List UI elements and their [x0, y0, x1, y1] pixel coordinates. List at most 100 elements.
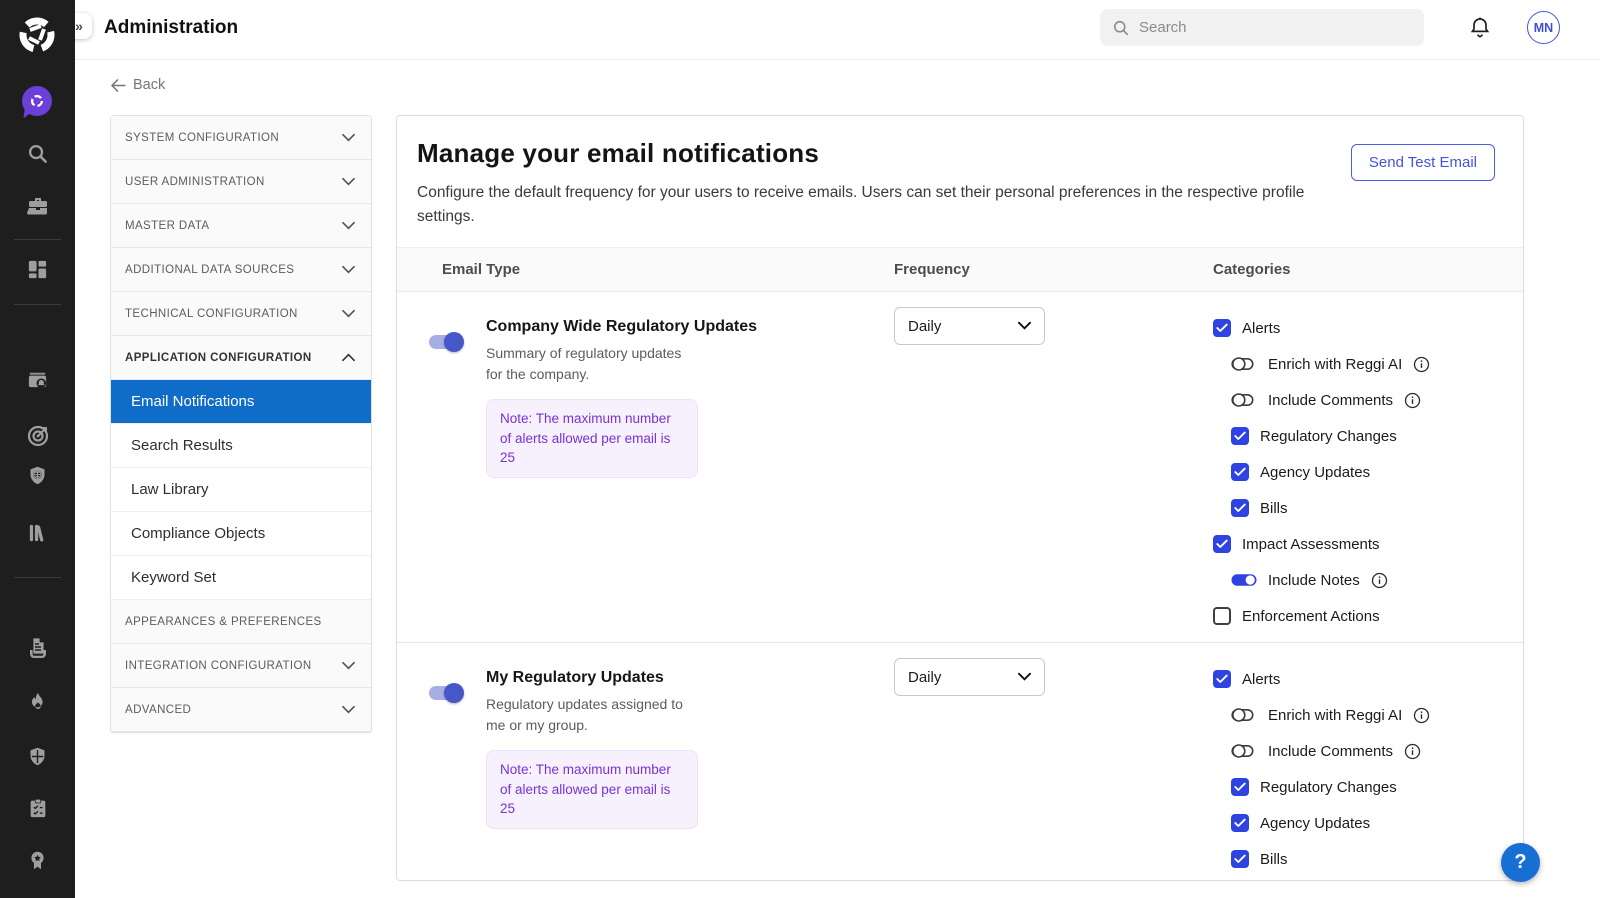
email-type-text: My Regulatory UpdatesRegulatory updates …	[486, 669, 701, 881]
frequency-cell: Daily	[894, 292, 1168, 642]
rail-divider	[14, 577, 61, 578]
user-avatar[interactable]: MN	[1527, 11, 1560, 44]
sidebar-section-master-data[interactable]: MASTER DATA	[111, 204, 371, 248]
category-item: Enforcement Actions	[1213, 606, 1523, 626]
rail-divider	[14, 239, 61, 240]
category-label: Include Notes	[1268, 572, 1360, 589]
category-label: Regulatory Changes	[1260, 428, 1397, 445]
rail-divider	[14, 304, 61, 305]
category-label: Enrich with Reggi AI	[1268, 707, 1402, 724]
email-type-description: Regulatory updates assigned to me or my …	[486, 694, 701, 736]
document-tray-icon[interactable]	[26, 636, 50, 660]
max-alerts-note: Note: The maximum number of alerts allow…	[486, 399, 698, 478]
dashboard-icon[interactable]	[26, 257, 50, 281]
category-label: Enrich with Reggi AI	[1268, 356, 1402, 373]
category-list: AlertsEnrich with Reggi AIInclude Commen…	[1213, 669, 1523, 869]
column-categories: Categories	[1168, 261, 1523, 278]
row-enable-toggle[interactable]	[428, 332, 464, 352]
back-arrow-icon	[110, 79, 126, 92]
frequency-value: Daily	[908, 318, 941, 335]
chevron-down-icon	[342, 173, 355, 191]
help-button[interactable]: ?	[1501, 843, 1540, 882]
back-link[interactable]: Back	[110, 77, 165, 93]
email-type-rows: Company Wide Regulatory UpdatesSummary o…	[397, 292, 1523, 881]
category-checkbox[interactable]	[1213, 319, 1231, 337]
info-icon[interactable]	[1404, 392, 1421, 409]
notifications-bell-icon[interactable]	[1468, 15, 1492, 39]
briefcase-icon[interactable]	[26, 194, 50, 218]
award-icon[interactable]	[26, 848, 50, 872]
info-icon[interactable]	[1413, 707, 1430, 724]
category-checkbox[interactable]	[1231, 814, 1249, 832]
app-logo-icon[interactable]	[14, 12, 60, 58]
info-icon[interactable]	[1413, 356, 1430, 373]
sidebar-section-appearances-preferences[interactable]: APPEARANCES & PREFERENCES	[111, 600, 371, 644]
category-label: Impact Assessments	[1242, 536, 1380, 553]
category-toggle[interactable]	[1231, 356, 1257, 372]
email-type-cell: Company Wide Regulatory UpdatesSummary o…	[397, 292, 894, 642]
category-item: Regulatory Changes	[1231, 426, 1523, 446]
flame-icon[interactable]	[26, 690, 50, 714]
sidebar-item-email-notifications[interactable]: Email Notifications	[111, 380, 371, 424]
category-checkbox[interactable]	[1231, 463, 1249, 481]
subscriptions-icon[interactable]	[26, 366, 50, 390]
row-enable-toggle[interactable]	[428, 683, 464, 703]
search-icon[interactable]	[26, 141, 50, 165]
chevron-down-icon	[342, 701, 355, 719]
category-toggle[interactable]	[1231, 392, 1257, 408]
table-row: Company Wide Regulatory UpdatesSummary o…	[397, 292, 1523, 642]
info-icon[interactable]	[1404, 743, 1421, 760]
ai-assistant-icon[interactable]	[22, 86, 52, 116]
category-toggle[interactable]	[1231, 743, 1257, 759]
content-area: Back SYSTEM CONFIGURATIONUSER ADMINISTRA…	[75, 60, 1600, 898]
category-toggle[interactable]	[1231, 572, 1257, 588]
category-toggle[interactable]	[1231, 707, 1257, 723]
sidebar-item-search-results[interactable]: Search Results	[111, 424, 371, 468]
category-checkbox[interactable]	[1213, 535, 1231, 553]
sidebar-section-user-administration[interactable]: USER ADMINISTRATION	[111, 160, 371, 204]
sidebar-section-advanced[interactable]: ADVANCED	[111, 688, 371, 732]
category-checkbox[interactable]	[1213, 607, 1231, 625]
sidebar-section-technical-configuration[interactable]: TECHNICAL CONFIGURATION	[111, 292, 371, 336]
category-checkbox[interactable]	[1231, 499, 1249, 517]
shield-icon[interactable]	[26, 744, 50, 768]
sidebar-item-compliance-objects[interactable]: Compliance Objects	[111, 512, 371, 556]
category-item: Agency Updates	[1231, 813, 1523, 833]
sidebar-section-label: ADDITIONAL DATA SOURCES	[125, 264, 294, 276]
target-icon[interactable]	[26, 424, 50, 448]
search-input[interactable]	[1139, 19, 1412, 36]
category-checkbox[interactable]	[1231, 850, 1249, 868]
toggle-knob	[444, 332, 464, 352]
sidebar-item-keyword-set[interactable]: Keyword Set	[111, 556, 371, 600]
frequency-select[interactable]: Daily	[894, 658, 1045, 696]
category-item: Bills	[1231, 498, 1523, 518]
category-item: Enrich with Reggi AI	[1231, 705, 1523, 725]
sidebar-section-system-configuration[interactable]: SYSTEM CONFIGURATION	[111, 116, 371, 160]
top-bar: » Administration MN	[75, 0, 1600, 60]
clipboard-check-icon[interactable]	[26, 796, 50, 820]
category-checkbox[interactable]	[1231, 778, 1249, 796]
chevron-down-icon	[342, 261, 355, 279]
category-checkbox[interactable]	[1213, 670, 1231, 688]
categories-cell: AlertsEnrich with Reggi AIInclude Commen…	[1168, 643, 1523, 881]
category-label: Enforcement Actions	[1242, 608, 1380, 625]
category-label: Alerts	[1242, 320, 1280, 337]
chevron-down-icon	[1018, 668, 1031, 686]
sidebar-item-law-library[interactable]: Law Library	[111, 468, 371, 512]
sidebar-section-label: APPEARANCES & PREFERENCES	[125, 616, 322, 628]
email-type-text: Company Wide Regulatory UpdatesSummary o…	[486, 318, 757, 642]
frequency-select[interactable]: Daily	[894, 307, 1045, 345]
shield-globe-icon[interactable]	[26, 463, 50, 487]
library-icon[interactable]	[26, 520, 50, 544]
column-frequency: Frequency	[894, 261, 1168, 278]
info-icon[interactable]	[1371, 572, 1388, 589]
category-item: Impact Assessments	[1213, 534, 1523, 554]
send-test-email-button[interactable]: Send Test Email	[1351, 144, 1495, 181]
category-checkbox[interactable]	[1231, 427, 1249, 445]
table-header: Email Type Frequency Categories	[397, 247, 1523, 292]
sidebar-section-additional-data-sources[interactable]: ADDITIONAL DATA SOURCES	[111, 248, 371, 292]
sidebar-section-integration-configuration[interactable]: INTEGRATION CONFIGURATION	[111, 644, 371, 688]
global-search[interactable]	[1100, 9, 1424, 46]
email-type-description: Summary of regulatory updates for the co…	[486, 343, 701, 385]
sidebar-section-application-configuration[interactable]: APPLICATION CONFIGURATION	[111, 336, 371, 380]
